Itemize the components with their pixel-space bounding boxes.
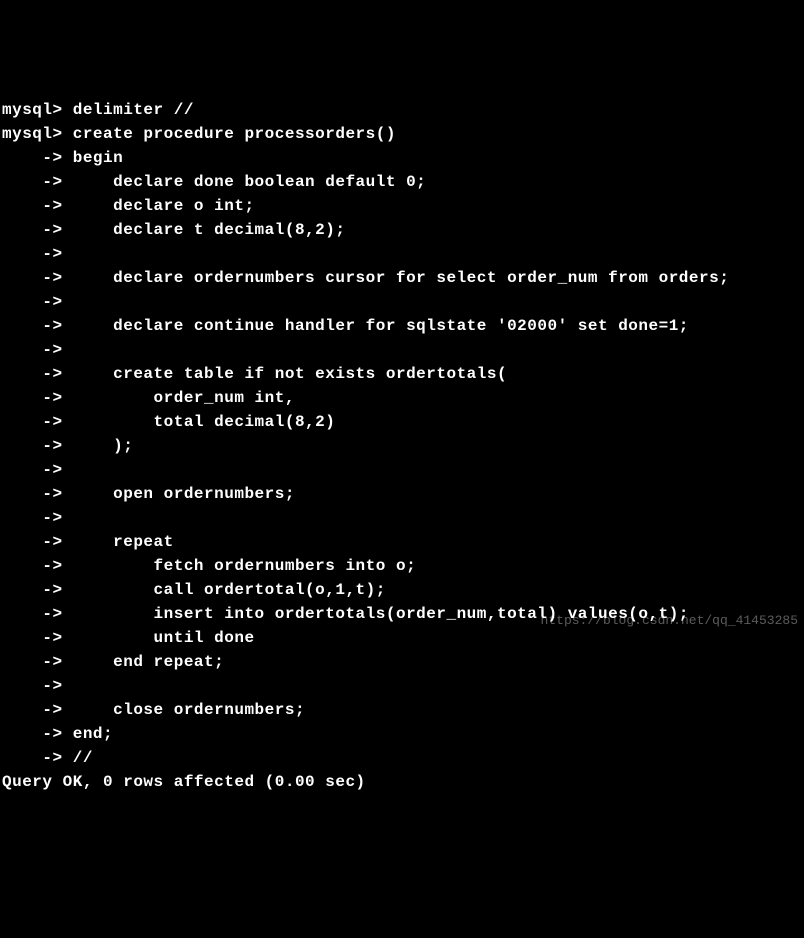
terminal-output[interactable]: mysql> delimiter // mysql> create proced… — [2, 98, 804, 794]
watermark-text: https://blog.csdn.net/qq_41453285 — [541, 611, 798, 631]
